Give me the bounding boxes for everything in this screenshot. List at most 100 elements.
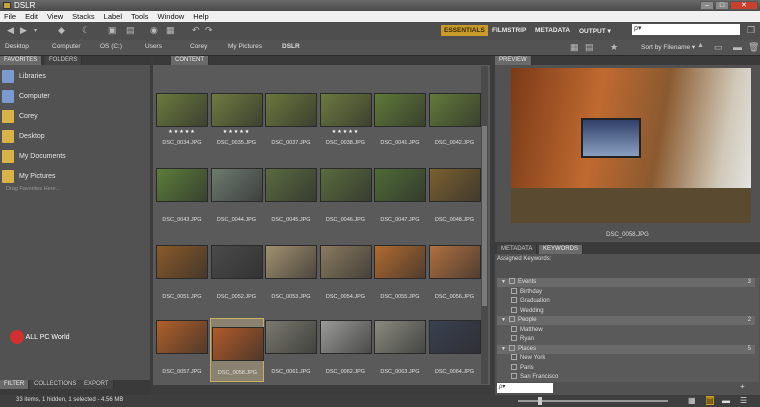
menu-window[interactable]: Window: [158, 11, 185, 22]
sort-ascending-icon[interactable]: ▲: [697, 42, 704, 49]
thumbnail-item[interactable]: DSC_0052.JPG: [210, 243, 264, 307]
reveal-icon[interactable]: ◆: [58, 25, 65, 36]
search-input[interactable]: ρ▾: [632, 24, 740, 35]
refine-icon[interactable]: ▤: [126, 25, 135, 36]
view-details-icon[interactable]: ▬: [722, 396, 730, 405]
keyword-checkbox[interactable]: [511, 306, 517, 313]
workspace-metadata[interactable]: METADATA: [532, 25, 573, 36]
keyword-item[interactable]: Birthday: [497, 287, 755, 297]
history-dropdown-icon[interactable]: ▾: [34, 27, 37, 34]
thumbnail-item[interactable]: DSC_0064.JPG: [428, 318, 482, 382]
workspace-filmstrip[interactable]: FILMSTRIP: [489, 25, 529, 36]
view-grid-lock-icon[interactable]: ▦: [688, 396, 696, 405]
breadcrumb-users[interactable]: Users: [145, 43, 162, 50]
thumbnail-item[interactable]: DSC_0046.JPG: [319, 166, 373, 230]
open-recent-icon[interactable]: ▭: [714, 42, 723, 53]
tab-folders[interactable]: FOLDERS: [45, 56, 83, 65]
thumbnail-item[interactable]: DSC_0037.JPG: [264, 91, 318, 155]
favorite-item[interactable]: My Documents: [2, 147, 66, 165]
thumbnail-item[interactable]: DSC_0061.JPG: [264, 318, 318, 382]
thumbnail-item[interactable]: ★★★★★ DSC_0034.JPG: [155, 91, 209, 155]
tab-filter[interactable]: FILTER: [0, 380, 30, 389]
thumbnail-item[interactable]: DSC_0042.JPG: [428, 91, 482, 155]
favorite-item[interactable]: Computer: [2, 87, 50, 105]
boomerang-icon[interactable]: ☾: [82, 25, 90, 36]
camera-raw-icon[interactable]: ◉: [150, 25, 158, 36]
keyword-checkbox[interactable]: [508, 278, 515, 285]
menu-view[interactable]: View: [47, 11, 63, 22]
menu-tools[interactable]: Tools: [131, 11, 149, 22]
thumbnail-item[interactable]: DSC_0058.JPG: [209, 318, 264, 382]
add-keyword-icon[interactable]: +: [740, 382, 745, 391]
sort-dropdown[interactable]: Sort by Filename ▾: [641, 43, 695, 51]
view-grid-icon[interactable]: ▦: [570, 42, 579, 53]
tab-preview[interactable]: PREVIEW: [495, 56, 532, 65]
thumbnail-size-slider[interactable]: [518, 397, 668, 405]
tab-favorites[interactable]: FAVORITES: [0, 56, 43, 65]
thumbnail-item[interactable]: DSC_0056.JPG: [428, 243, 482, 307]
keyword-item[interactable]: Wedding: [497, 306, 755, 316]
thumbnail-item[interactable]: DSC_0063.JPG: [373, 318, 427, 382]
breadcrumb-computer[interactable]: Computer: [52, 43, 81, 50]
thumbnail-item[interactable]: DSC_0045.JPG: [264, 166, 318, 230]
menu-file[interactable]: File: [4, 11, 16, 22]
keyword-item[interactable]: Ryan: [497, 335, 755, 344]
thumbnail-item[interactable]: DSC_0047.JPG: [373, 166, 427, 230]
thumbnail-item[interactable]: DSC_0054.JPG: [319, 243, 373, 307]
keyword-checkbox[interactable]: [511, 363, 517, 370]
menu-edit[interactable]: Edit: [25, 11, 38, 22]
thumbnail-item[interactable]: DSC_0048.JPG: [428, 166, 482, 230]
view-list-icon[interactable]: ☰: [740, 396, 747, 405]
camera-download-icon[interactable]: ▣: [108, 25, 117, 36]
close-button[interactable]: ✕: [730, 1, 758, 10]
rating-stars[interactable]: ★★★★★: [319, 129, 373, 135]
thumbnail-item[interactable]: ★★★★★ DSC_0038.JPG: [319, 91, 373, 155]
output-icon[interactable]: ▦: [166, 25, 175, 36]
rotate-right-icon[interactable]: ↷: [205, 25, 213, 36]
tab-collections[interactable]: COLLECTIONS: [30, 380, 82, 389]
keyword-checkbox[interactable]: [508, 316, 515, 323]
thumbnail-item[interactable]: DSC_0055.JPG: [373, 243, 427, 307]
menu-label[interactable]: Label: [104, 11, 122, 22]
maximize-button[interactable]: □: [715, 1, 729, 10]
keyword-item[interactable]: Paris: [497, 363, 755, 373]
keyword-checkbox[interactable]: [511, 297, 517, 304]
keyword-checkbox[interactable]: [511, 354, 517, 361]
rotate-left-icon[interactable]: ↶: [192, 25, 200, 36]
menu-stacks[interactable]: Stacks: [72, 11, 95, 22]
keyword-checkbox[interactable]: [511, 325, 517, 332]
content-scrollbar[interactable]: [481, 66, 488, 384]
keyword-item[interactable]: Graduation: [497, 297, 755, 306]
minimize-button[interactable]: –: [700, 1, 714, 10]
rating-stars[interactable]: ★★★★★: [155, 129, 209, 135]
keyword-item[interactable]: San Francisco: [497, 373, 755, 382]
favorite-item[interactable]: Libraries: [2, 67, 46, 85]
rating-stars[interactable]: ★★★★★: [210, 129, 264, 135]
keyword-item[interactable]: Matthew: [497, 325, 755, 335]
filter-star-icon[interactable]: ★: [610, 42, 618, 53]
keyword-category[interactable]: ▼ Events 3: [497, 278, 755, 287]
keyword-checkbox[interactable]: [511, 335, 517, 342]
tab-content[interactable]: CONTENT: [171, 56, 209, 65]
keyword-checkbox[interactable]: [511, 373, 517, 380]
workspace-essentials[interactable]: ESSENTIALS: [441, 25, 488, 36]
breadcrumb-os[interactable]: OS (C:): [100, 43, 122, 50]
thumbnail-item[interactable]: DSC_0062.JPG: [319, 318, 373, 382]
menu-help[interactable]: Help: [193, 11, 208, 22]
workspace-output[interactable]: OUTPUT ▾: [576, 25, 614, 37]
expand-triangle-icon[interactable]: ▼: [501, 317, 506, 323]
tab-metadata[interactable]: METADATA: [497, 245, 538, 254]
breadcrumb-desktop[interactable]: Desktop: [5, 43, 29, 50]
back-icon[interactable]: ◀: [7, 25, 14, 36]
compact-mode-icon[interactable]: ❐: [747, 25, 755, 36]
forward-icon[interactable]: ▶: [20, 25, 27, 36]
breadcrumb-dslr[interactable]: DSLR: [282, 43, 300, 50]
thumbnail-item[interactable]: DSC_0057.JPG: [155, 318, 209, 382]
delete-icon[interactable]: 🗑: [748, 42, 759, 53]
keyword-search-input[interactable]: ρ▾: [497, 383, 553, 393]
view-list-icon[interactable]: ▤: [585, 42, 594, 53]
keyword-checkbox[interactable]: [508, 344, 515, 351]
thumbnail-item[interactable]: DSC_0051.JPG: [155, 243, 209, 307]
expand-triangle-icon[interactable]: ▼: [501, 279, 506, 285]
thumbnail-item[interactable]: ★★★★★ DSC_0035.JPG: [210, 91, 264, 155]
